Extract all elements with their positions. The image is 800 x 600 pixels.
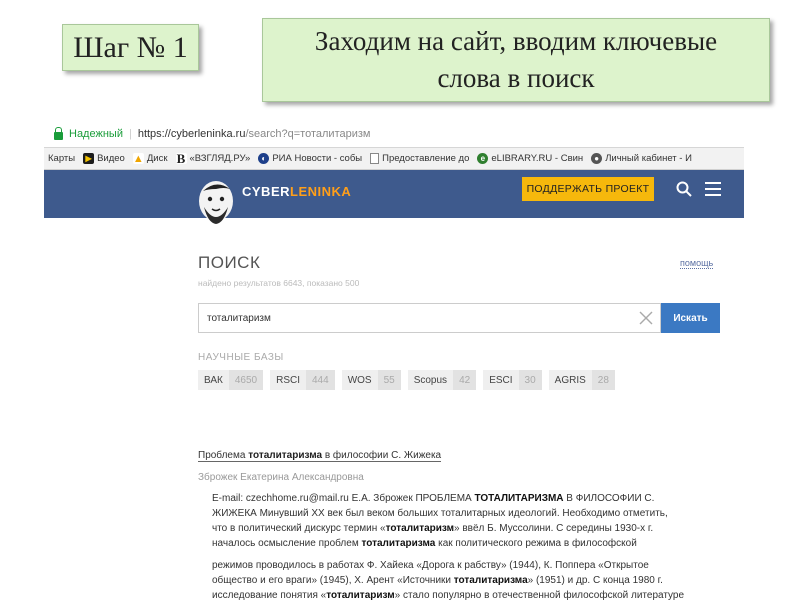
db-count: 28	[591, 370, 615, 390]
db-chip-wos[interactable]: WOS 55	[341, 370, 401, 390]
document-icon	[370, 153, 380, 164]
search-input[interactable]: тоталитаризм	[198, 303, 661, 333]
db-name: WOS	[347, 374, 372, 386]
bookmark-label: Карты	[48, 153, 76, 164]
disk-icon: ▲	[132, 152, 144, 165]
results-count: найдено результатов 6643, показано 500	[198, 278, 360, 288]
cabinet-icon: ●	[591, 153, 603, 164]
help-link[interactable]: помощь	[680, 258, 714, 269]
bookmark-video[interactable]: ▶ Видео	[83, 153, 125, 164]
db-chip-esci[interactable]: ESCI 30	[483, 370, 542, 390]
result-snippet-2: режимов проводилось в работах Ф. Хайека …	[212, 558, 720, 600]
video-icon: ▶	[83, 153, 95, 164]
headline-line-1: Заходим на сайт, вводим ключевые	[314, 26, 718, 56]
db-name: ESCI	[489, 374, 513, 386]
support-project-button[interactable]: ПОДДЕРЖАТЬ ПРОЕКТ	[522, 177, 654, 201]
result-author: Зброжек Екатерина Александровна	[198, 472, 364, 483]
db-chip-vak[interactable]: ВАК 4650	[198, 370, 264, 390]
browser-window: Надежный | https://cyberleninka.ru /sear…	[44, 121, 744, 600]
snippet-line: что в политический дискурс термин «тотал…	[212, 523, 654, 534]
db-chip-rsci[interactable]: RSCI 444	[270, 370, 335, 390]
step-label: Шаг № 1	[62, 24, 199, 71]
bookmark-label: Предоставление до	[382, 153, 470, 164]
title-part: в философии С. Жижека	[322, 450, 442, 461]
snippet-line: началось осмысление проблем тоталитаризм…	[212, 538, 637, 549]
url-path: /search?q=тоталитаризм	[245, 128, 371, 140]
logo-cyber: CYBER	[242, 184, 291, 199]
bookmark-cabinet[interactable]: ● Личный кабинет - И	[591, 153, 692, 164]
search-icon[interactable]	[676, 181, 692, 197]
title-part: Проблема	[198, 450, 249, 461]
ria-icon: ◐	[258, 153, 270, 164]
bookmarks-bar: Карты ▶ Видео ▲ Диск В «ВЗГЛЯД.РУ» ◐ РИА…	[44, 148, 744, 170]
snippet-line: режимов проводилось в работах Ф. Хайека …	[212, 560, 649, 571]
db-chip-agris[interactable]: AGRIS 28	[548, 370, 615, 390]
address-separator: |	[128, 128, 132, 140]
url-host: https://cyberleninka.ru	[137, 128, 246, 140]
databases-label: НАУЧНЫЕ БАЗЫ	[198, 352, 284, 363]
site-logo-text[interactable]: CYBERLENINKA	[242, 184, 351, 199]
db-name: Scopus	[413, 374, 448, 386]
page-title: ПОИСК	[198, 253, 261, 272]
bookmark-elibrary[interactable]: e eLIBRARY.RU - Свин	[477, 153, 583, 164]
clear-search-icon[interactable]	[638, 310, 654, 326]
logo-leninka: LENINKA	[290, 184, 352, 199]
snippet-line: общество и его враги» (1945), Х. Арент «…	[212, 575, 663, 586]
bookmark-label: РИА Новости - собы	[272, 153, 363, 164]
bookmark-label: eLIBRARY.RU - Свин	[491, 153, 584, 164]
title-highlight: тоталитаризма	[248, 450, 323, 461]
elibrary-icon: e	[477, 153, 489, 164]
bookmark-label: «ВЗГЛЯД.РУ»	[189, 153, 251, 164]
databases-filter: ВАК 4650 RSCI 444 WOS 55 Scopus 42 ESCI 30 AG…	[198, 370, 622, 390]
menu-icon[interactable]	[705, 182, 721, 196]
slide-headline: Заходим на сайт, вводим ключевые слова в…	[262, 18, 770, 102]
bookmark-label: Личный кабинет - И	[605, 153, 692, 164]
snippet-line: ЖИЖЕКА Минувший XX век был веком больших…	[212, 508, 668, 519]
secure-label: Надежный	[69, 128, 123, 140]
db-count: 42	[453, 370, 477, 390]
db-name: ВАК	[204, 374, 223, 386]
bookmark-label: Диск	[146, 153, 168, 164]
search-button[interactable]: Искать	[661, 303, 720, 333]
vzglyad-icon: В	[175, 150, 187, 166]
db-name: RSCI	[276, 374, 300, 386]
snippet-line: исследование понятия «тоталитаризм» стал…	[212, 590, 685, 600]
db-count: 4650	[228, 370, 264, 390]
db-chip-scopus[interactable]: Scopus 42	[407, 370, 477, 390]
lenin-logo-icon[interactable]	[194, 177, 238, 227]
bookmark-vzglyad[interactable]: В «ВЗГЛЯД.РУ»	[175, 150, 251, 166]
result-snippet-1: E-mail: czechhome.ru@mail.ru Е.А. Зброже…	[212, 491, 720, 551]
address-bar[interactable]: Надежный | https://cyberleninka.ru /sear…	[44, 121, 744, 148]
bookmark-label: Видео	[97, 153, 125, 164]
result-title-link[interactable]: Проблема тоталитаризма в философии С. Жи…	[198, 450, 442, 462]
db-count: 444	[306, 370, 335, 390]
snippet-line: E-mail: czechhome.ru@mail.ru Е.А. Зброже…	[212, 493, 655, 504]
site-header: CYBERLENINKA ПОДДЕРЖАТЬ ПРОЕКТ	[44, 170, 744, 224]
bookmark-disk[interactable]: ▲ Диск	[132, 152, 168, 165]
bookmark-maps[interactable]: Карты	[48, 153, 75, 164]
db-name: AGRIS	[554, 374, 586, 386]
db-count: 55	[377, 370, 401, 390]
lock-icon	[54, 127, 63, 140]
bookmark-ria[interactable]: ◐ РИА Новости - собы	[258, 153, 362, 164]
headline-line-2: слова в поиск	[437, 63, 595, 93]
db-count: 30	[518, 370, 542, 390]
bookmark-document[interactable]: Предоставление до	[370, 153, 469, 164]
